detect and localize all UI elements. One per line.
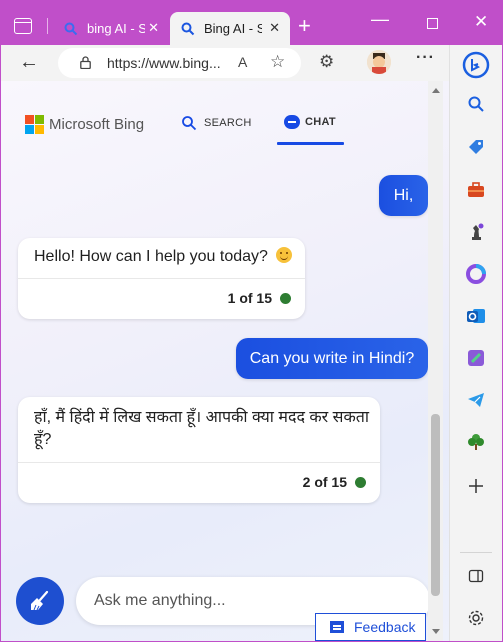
tab-close-icon[interactable]: ✕ [269, 21, 280, 35]
message-text: Hi, [393, 186, 414, 204]
message-text: Can you write in Hindi? [249, 349, 415, 367]
add-favorite-icon[interactable]: ☆ [270, 52, 285, 72]
status-dot-icon [280, 292, 291, 304]
search-icon [180, 21, 196, 37]
tab-strip: bing AI - S ✕ Bing AI - S ✕ + — ✕ [1, 1, 502, 45]
message-text: Hello! How can I help you today? [34, 246, 293, 268]
back-button[interactable]: ← [19, 51, 39, 74]
tab-title: Bing AI - S [204, 21, 262, 36]
tab-search[interactable]: SEARCH [181, 115, 252, 131]
scroll-up-icon[interactable] [432, 88, 440, 93]
navigation-toolbar: ← https://www.bing... A ☆ ⚙ ··· [1, 45, 449, 81]
tab-bing-ai-1[interactable]: bing AI - S ✕ [53, 12, 169, 45]
search-icon [63, 21, 79, 37]
tree-icon[interactable] [464, 430, 488, 454]
tab-chat[interactable]: CHAT [277, 115, 344, 145]
designer-icon[interactable] [464, 346, 488, 370]
address-bar[interactable]: https://www.bing... A ☆ [58, 48, 301, 78]
tab-close-icon[interactable]: ✕ [148, 21, 159, 35]
settings-icon[interactable] [464, 606, 488, 630]
browser-window: bing AI - S ✕ Bing AI - S ✕ + — ✕ ← http… [1, 1, 502, 641]
tab-bing-ai-2[interactable]: Bing AI - S ✕ [170, 12, 290, 45]
broom-icon [31, 590, 49, 611]
tab-separator [47, 18, 48, 34]
tab-title: bing AI - S [87, 21, 145, 36]
search-icon[interactable] [464, 92, 488, 116]
outlook-icon[interactable] [464, 304, 488, 328]
bing-chat-page: Microsoft Bing SEARCH CHAT Hi, Hello! Ho… [1, 81, 449, 641]
bing-chat-icon[interactable] [462, 51, 490, 79]
url-text[interactable]: https://www.bing... [107, 55, 221, 71]
turn-count-text: 2 of 15 [302, 474, 347, 490]
new-topic-button[interactable] [16, 577, 64, 625]
microsoft-bing-logo[interactable]: Microsoft Bing [25, 115, 145, 134]
turn-count-text: 1 of 15 [227, 290, 272, 306]
games-icon[interactable] [464, 220, 488, 244]
add-icon[interactable] [464, 474, 488, 498]
chat-icon [284, 115, 300, 129]
active-tab-indicator [277, 142, 344, 145]
telegram-icon[interactable] [464, 388, 488, 412]
turn-counter: 1 of 15 [228, 290, 291, 306]
page-scrollbar[interactable] [428, 81, 443, 641]
read-aloud-icon[interactable]: A [238, 54, 247, 70]
shopping-tag-icon[interactable] [464, 135, 488, 159]
extensions-icon[interactable]: ⚙ [319, 52, 334, 72]
feedback-label: Feedback [354, 619, 416, 635]
new-tab-button[interactable]: + [298, 14, 311, 38]
search-icon [182, 116, 197, 131]
close-window-button[interactable]: ✕ [474, 12, 488, 32]
feedback-icon [330, 621, 344, 633]
user-message: Can you write in Hindi? [236, 338, 428, 379]
edge-sidebar [449, 45, 502, 641]
tab-search-label: SEARCH [204, 117, 252, 129]
tab-chat-label: CHAT [305, 116, 336, 128]
message-text: हाँ, मैं हिंदी में लिख सकता हूँ। आपकी क्… [34, 409, 370, 448]
card-divider [18, 462, 380, 463]
tab-actions-icon[interactable] [14, 18, 32, 34]
maximize-button[interactable] [427, 18, 438, 29]
split-view-icon[interactable] [464, 564, 488, 588]
sidebar-divider [460, 552, 492, 553]
lock-icon[interactable] [80, 56, 91, 69]
smile-emoji-icon [276, 247, 293, 263]
scroll-thumb[interactable] [431, 414, 440, 596]
status-dot-icon [355, 476, 366, 488]
bot-message: Hello! How can I help you today? 1 of 15 [18, 238, 305, 319]
feedback-button[interactable]: Feedback [315, 613, 426, 641]
more-options-button[interactable]: ··· [416, 49, 435, 67]
profile-avatar[interactable] [367, 50, 391, 74]
turn-counter: 2 of 15 [303, 474, 366, 490]
scroll-down-icon[interactable] [432, 629, 440, 634]
tools-icon[interactable] [464, 178, 488, 202]
card-divider [18, 278, 305, 279]
microsoft-logo-icon [25, 115, 44, 134]
logo-text: Microsoft Bing [49, 115, 145, 133]
office-icon[interactable] [464, 262, 488, 286]
bot-message: हाँ, मैं हिंदी में लिख सकता हूँ। आपकी क्… [18, 397, 380, 503]
minimize-button[interactable]: — [371, 9, 389, 30]
user-message: Hi, [379, 175, 428, 216]
